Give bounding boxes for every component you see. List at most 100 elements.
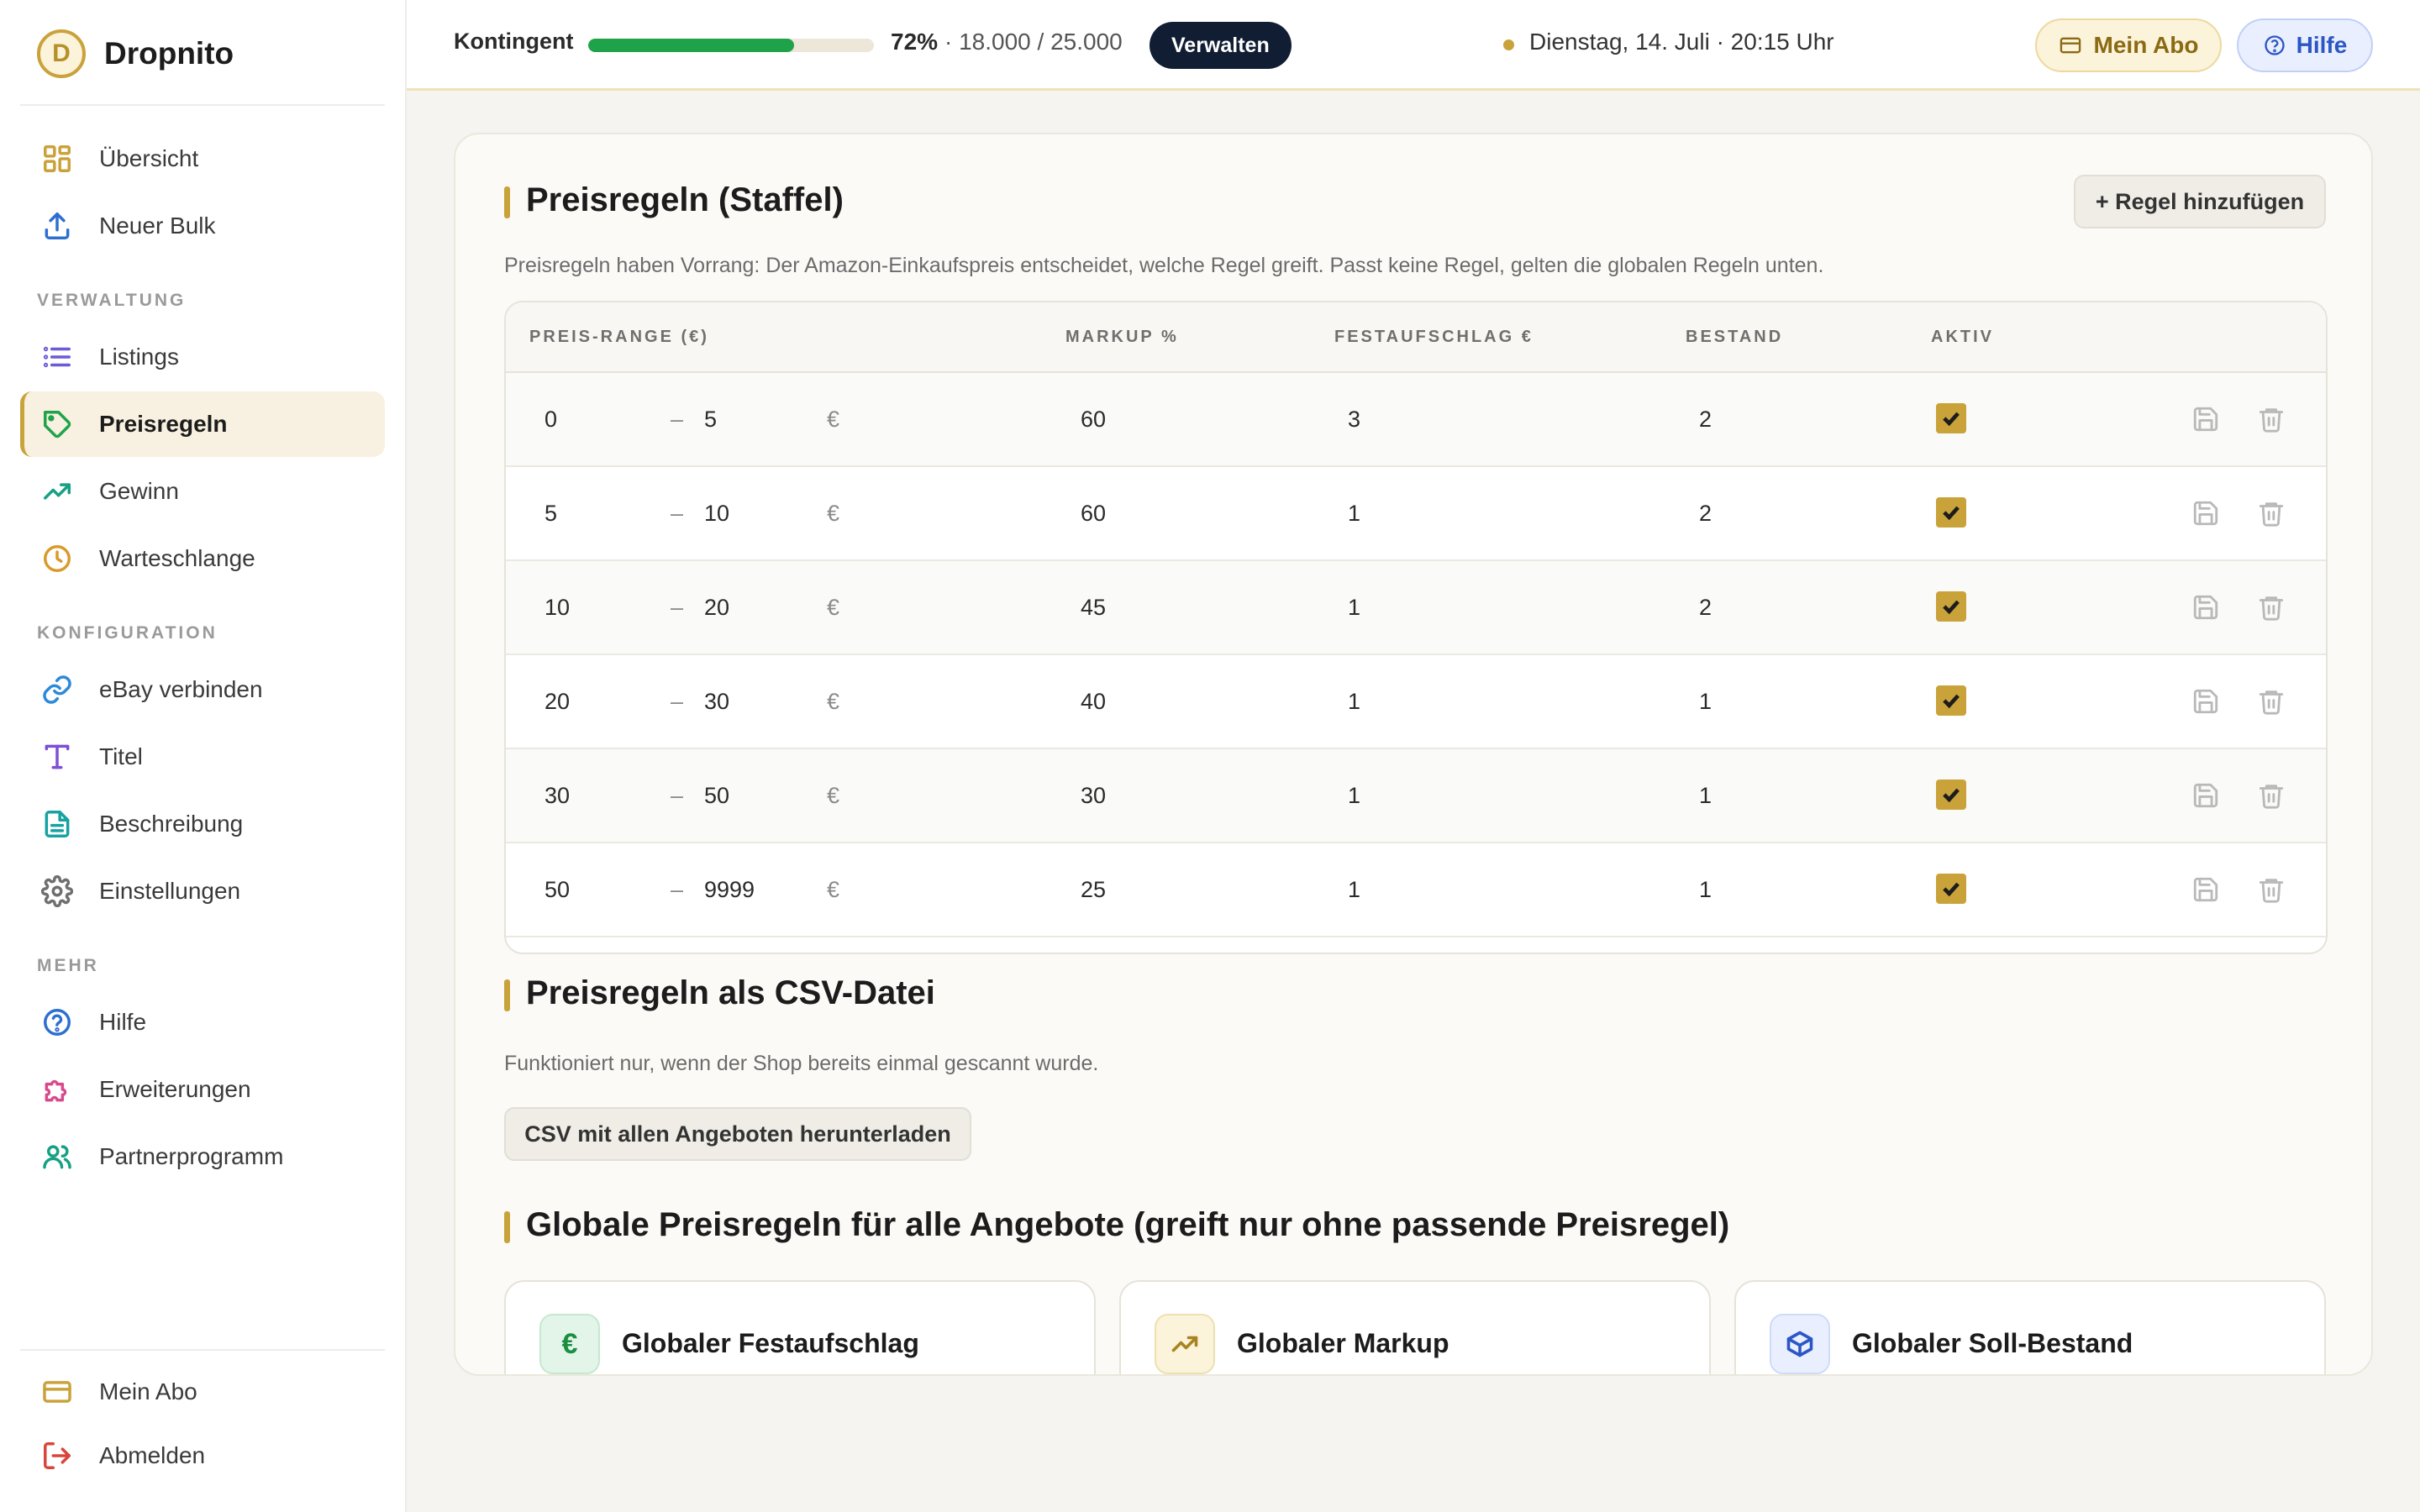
link-icon	[40, 673, 74, 706]
brand[interactable]: D Dropnito	[37, 29, 234, 79]
sidebar-item-neuer-bulk[interactable]: Neuer Bulk	[20, 193, 385, 259]
sidebar-item-gewinn[interactable]: Gewinn	[20, 459, 385, 524]
currency-symbol: €	[827, 501, 840, 526]
range-to-input[interactable]: 10	[704, 501, 729, 527]
sidebar-item-label: Abmelden	[99, 1442, 206, 1468]
sidebar-divider	[20, 1349, 385, 1351]
euro-icon: €	[539, 1314, 600, 1374]
sidebar-item-partnerprogramm[interactable]: Partnerprogramm	[20, 1124, 385, 1189]
sidebar-item-preisregeln[interactable]: Preisregeln	[20, 391, 385, 457]
mein-abo-label: Mein Abo	[2093, 32, 2199, 58]
range-from-input[interactable]: 50	[544, 877, 570, 903]
puzzle-icon	[40, 1073, 74, 1106]
active-checkbox[interactable]	[1936, 874, 1966, 904]
help-icon	[2264, 35, 2285, 55]
global-surcharge-card[interactable]: € Globaler Festaufschlag	[504, 1280, 1096, 1374]
quota-label: Kontingent	[454, 29, 574, 54]
sidebar-item-label: Titel	[99, 743, 143, 769]
global-markup-card[interactable]: Globaler Markup	[1119, 1280, 1711, 1374]
active-checkbox[interactable]	[1936, 780, 1966, 810]
trash-icon[interactable]	[2257, 499, 2286, 528]
card-icon	[40, 1375, 74, 1409]
markup-input[interactable]: 45	[1081, 595, 1106, 621]
range-from-input[interactable]: 5	[544, 501, 557, 527]
brand-logo: D	[37, 29, 86, 78]
stock-input[interactable]: 2	[1699, 501, 1712, 527]
global-stock-title: Globaler Soll-Bestand	[1852, 1328, 2133, 1358]
add-rule-button[interactable]: + Regel hinzufügen	[2074, 175, 2326, 228]
currency-symbol: €	[827, 407, 840, 432]
active-checkbox[interactable]	[1936, 591, 1966, 622]
sidebar-item-uebersicht[interactable]: Übersicht	[20, 126, 385, 192]
save-icon[interactable]	[2191, 781, 2220, 810]
trash-icon[interactable]	[2257, 405, 2286, 433]
active-checkbox[interactable]	[1936, 685, 1966, 716]
manage-quota-button[interactable]: Verwalten	[1150, 22, 1292, 69]
save-icon[interactable]	[2191, 687, 2220, 716]
help-button[interactable]: Hilfe	[2237, 18, 2373, 72]
surcharge-input[interactable]: 1	[1348, 783, 1360, 809]
sidebar-item-label: Hilfe	[99, 1009, 147, 1035]
range-from-input[interactable]: 30	[544, 783, 570, 809]
sidebar-item-hilfe[interactable]: Hilfe	[20, 990, 385, 1055]
surcharge-input[interactable]: 1	[1348, 595, 1360, 621]
stock-input[interactable]: 1	[1699, 877, 1712, 903]
card-icon	[2060, 37, 2081, 54]
stock-input[interactable]: 1	[1699, 689, 1712, 715]
sidebar-item-label: Partnerprogramm	[99, 1143, 284, 1169]
range-to-input[interactable]: 30	[704, 689, 729, 715]
stock-input[interactable]: 1	[1699, 783, 1712, 809]
sidebar-item-titel[interactable]: Titel	[20, 724, 385, 790]
sidebar-item-ebay-verbinden[interactable]: eBay verbinden	[20, 657, 385, 722]
active-checkbox[interactable]	[1936, 497, 1966, 528]
range-separator: –	[671, 595, 684, 620]
brand-name: Dropnito	[104, 36, 234, 71]
surcharge-input[interactable]: 3	[1348, 407, 1360, 433]
sidebar-item-warteschlange[interactable]: Warteschlange	[20, 526, 385, 591]
save-icon[interactable]	[2191, 593, 2220, 622]
sidebar-item-erweiterungen[interactable]: Erweiterungen	[20, 1057, 385, 1122]
sidebar-item-listings[interactable]: Listings	[20, 324, 385, 390]
list-icon	[40, 340, 74, 374]
sidebar-item-einstellungen[interactable]: Einstellungen	[20, 858, 385, 924]
markup-input[interactable]: 25	[1081, 877, 1106, 903]
surcharge-input[interactable]: 1	[1348, 501, 1360, 527]
range-to-input[interactable]: 5	[704, 407, 717, 433]
trash-icon[interactable]	[2257, 687, 2286, 716]
range-to-input[interactable]: 20	[704, 595, 729, 621]
active-checkbox[interactable]	[1936, 403, 1966, 433]
markup-input[interactable]: 40	[1081, 689, 1106, 715]
global-markup-title: Globaler Markup	[1237, 1328, 1449, 1358]
save-icon[interactable]	[2191, 499, 2220, 528]
markup-input[interactable]: 60	[1081, 501, 1106, 527]
range-from-input[interactable]: 20	[544, 689, 570, 715]
sidebar-item-abmelden[interactable]: Abmelden	[20, 1423, 385, 1488]
surcharge-input[interactable]: 1	[1348, 877, 1360, 903]
trash-icon[interactable]	[2257, 875, 2286, 904]
range-to-input[interactable]: 9999	[704, 877, 755, 903]
sidebar-item-label: Einstellungen	[99, 878, 241, 904]
gear-icon	[40, 874, 74, 908]
sidebar-item-beschreibung[interactable]: Beschreibung	[20, 791, 385, 857]
range-to-input[interactable]: 50	[704, 783, 729, 809]
trash-icon[interactable]	[2257, 781, 2286, 810]
help-icon	[40, 1005, 74, 1039]
save-icon[interactable]	[2191, 875, 2220, 904]
global-stock-card[interactable]: Globaler Soll-Bestand	[1734, 1280, 2326, 1374]
sidebar: D Dropnito Übersicht Neuer Bulk VERWALTU…	[0, 0, 407, 1512]
mein-abo-button[interactable]: Mein Abo	[2035, 18, 2222, 72]
markup-input[interactable]: 60	[1081, 407, 1106, 433]
range-from-input[interactable]: 0	[544, 407, 557, 433]
sidebar-item-mein-abo[interactable]: Mein Abo	[20, 1359, 385, 1425]
upload-icon	[40, 209, 74, 243]
download-csv-button[interactable]: CSV mit allen Angeboten herunterladen	[504, 1107, 971, 1161]
stock-input[interactable]: 2	[1699, 595, 1712, 621]
sidebar-item-label: Warteschlange	[99, 545, 255, 571]
markup-input[interactable]: 30	[1081, 783, 1106, 809]
trash-icon[interactable]	[2257, 593, 2286, 622]
range-from-input[interactable]: 10	[544, 595, 570, 621]
stock-input[interactable]: 2	[1699, 407, 1712, 433]
logout-icon	[40, 1439, 74, 1473]
save-icon[interactable]	[2191, 405, 2220, 433]
surcharge-input[interactable]: 1	[1348, 689, 1360, 715]
